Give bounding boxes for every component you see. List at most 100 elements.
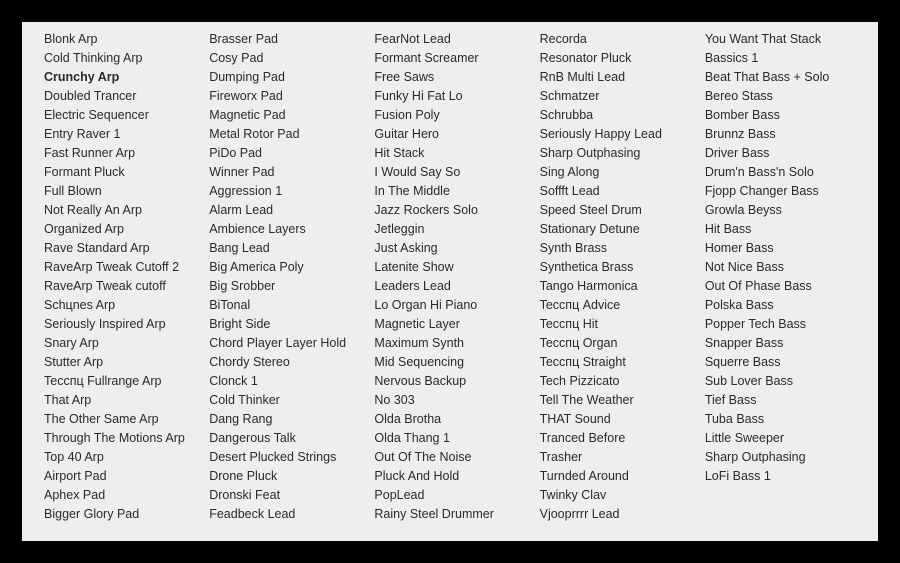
preset-item[interactable]: Formant Pluck xyxy=(44,163,209,182)
preset-item[interactable]: Crunchy Arp xyxy=(44,68,209,87)
preset-item[interactable]: Speed Steel Drum xyxy=(540,201,705,220)
preset-item[interactable]: Airport Pad xyxy=(44,467,209,486)
preset-item[interactable]: Tech Pizzicato xyxy=(540,372,705,391)
preset-item[interactable]: Bigger Glory Pad xyxy=(44,505,209,524)
preset-item[interactable]: Hit Bass xyxy=(705,220,870,239)
preset-item[interactable]: Hit Stack xyxy=(374,144,539,163)
preset-item[interactable]: No 303 xyxy=(374,391,539,410)
preset-item[interactable]: Turnded Around xyxy=(540,467,705,486)
preset-item[interactable]: Beat That Bass + Solo xyxy=(705,68,870,87)
preset-item[interactable]: Cold Thinking Arp xyxy=(44,49,209,68)
preset-item[interactable]: BiTonal xyxy=(209,296,374,315)
preset-item[interactable]: Latenite Show xyxy=(374,258,539,277)
preset-item[interactable]: PopLead xyxy=(374,486,539,505)
preset-item[interactable]: Snapper Bass xyxy=(705,334,870,353)
preset-item[interactable]: FearNot Lead xyxy=(374,30,539,49)
preset-item[interactable]: Winner Pad xyxy=(209,163,374,182)
preset-item[interactable]: Jetleggin xyxy=(374,220,539,239)
preset-item[interactable]: Tief Bass xyxy=(705,391,870,410)
preset-item[interactable]: Schrubba xyxy=(540,106,705,125)
preset-item[interactable]: Desert Plucked Strings xyxy=(209,448,374,467)
preset-item[interactable]: Organized Arp xyxy=(44,220,209,239)
preset-item[interactable]: Rave Standard Arp xyxy=(44,239,209,258)
preset-item[interactable]: Growla Beyss xyxy=(705,201,870,220)
preset-item[interactable]: Magnetic Pad xyxy=(209,106,374,125)
preset-item[interactable]: That Arp xyxy=(44,391,209,410)
preset-item[interactable]: Tuba Bass xyxy=(705,410,870,429)
preset-item[interactable]: Chord Player Layer Hold xyxy=(209,334,374,353)
preset-item[interactable]: Tranced Before xyxy=(540,429,705,448)
preset-item[interactable]: Tecспц Fullrange Arp xyxy=(44,372,209,391)
preset-item[interactable]: Tecспц Organ xyxy=(540,334,705,353)
preset-item[interactable]: Leaders Lead xyxy=(374,277,539,296)
preset-item[interactable]: Little Sweeper xyxy=(705,429,870,448)
preset-item[interactable]: Bassics 1 xyxy=(705,49,870,68)
preset-item[interactable]: Synthetica Brass xyxy=(540,258,705,277)
preset-item[interactable]: Funky Hi Fat Lo xyxy=(374,87,539,106)
preset-item[interactable]: LoFi Bass 1 xyxy=(705,467,870,486)
preset-item[interactable]: Fast Runner Arp xyxy=(44,144,209,163)
preset-item[interactable]: Brunnz Bass xyxy=(705,125,870,144)
preset-item[interactable]: Snary Arp xyxy=(44,334,209,353)
preset-item[interactable]: Sub Lover Bass xyxy=(705,372,870,391)
preset-item[interactable]: Jazz Rockers Solo xyxy=(374,201,539,220)
preset-item[interactable]: Soffft Lead xyxy=(540,182,705,201)
preset-item[interactable]: Resonator Pluck xyxy=(540,49,705,68)
preset-item[interactable]: PiDo Pad xyxy=(209,144,374,163)
preset-item[interactable]: Tecспц Hit xyxy=(540,315,705,334)
preset-item[interactable]: Metal Rotor Pad xyxy=(209,125,374,144)
preset-item[interactable]: Out Of Phase Bass xyxy=(705,277,870,296)
preset-item[interactable]: Through The Motions Arp xyxy=(44,429,209,448)
preset-item[interactable]: Homer Bass xyxy=(705,239,870,258)
preset-item[interactable]: Sharp Outphasing xyxy=(540,144,705,163)
preset-item[interactable]: Driver Bass xyxy=(705,144,870,163)
preset-item[interactable]: Twinky Clav xyxy=(540,486,705,505)
preset-item[interactable]: Tecспц Straight xyxy=(540,353,705,372)
preset-item[interactable]: Blonk Arp xyxy=(44,30,209,49)
preset-item[interactable]: In The Middle xyxy=(374,182,539,201)
preset-item[interactable]: RaveArp Tweak cutoff xyxy=(44,277,209,296)
preset-item[interactable]: Just Asking xyxy=(374,239,539,258)
preset-item[interactable]: Tecспц Advice xyxy=(540,296,705,315)
preset-item[interactable]: Top 40 Arp xyxy=(44,448,209,467)
preset-item[interactable]: Bright Side xyxy=(209,315,374,334)
preset-item[interactable]: Guitar Hero xyxy=(374,125,539,144)
preset-item[interactable]: Dronski Feat xyxy=(209,486,374,505)
preset-item[interactable]: Aggression 1 xyxy=(209,182,374,201)
preset-item[interactable]: Alarm Lead xyxy=(209,201,374,220)
preset-item[interactable]: Big Srobber xyxy=(209,277,374,296)
preset-item[interactable]: THAT Sound xyxy=(540,410,705,429)
preset-item[interactable]: Entry Raver 1 xyxy=(44,125,209,144)
preset-item[interactable]: Full Blown xyxy=(44,182,209,201)
preset-item[interactable]: Cold Thinker xyxy=(209,391,374,410)
preset-item[interactable]: Cosy Pad xyxy=(209,49,374,68)
preset-item[interactable]: I Would Say So xyxy=(374,163,539,182)
preset-item[interactable]: Bomber Bass xyxy=(705,106,870,125)
preset-item[interactable]: Big America Poly xyxy=(209,258,374,277)
preset-item[interactable]: Bereo Stass xyxy=(705,87,870,106)
preset-item[interactable]: Olda Thang 1 xyxy=(374,429,539,448)
preset-item[interactable]: Doubled Trancer xyxy=(44,87,209,106)
preset-item[interactable]: Dangerous Talk xyxy=(209,429,374,448)
preset-item[interactable]: Sing Along xyxy=(540,163,705,182)
preset-item[interactable]: Not Really An Arp xyxy=(44,201,209,220)
preset-item[interactable]: Drone Pluck xyxy=(209,467,374,486)
preset-item[interactable]: Synth Brass xyxy=(540,239,705,258)
preset-item[interactable]: Mid Sequencing xyxy=(374,353,539,372)
preset-item[interactable]: Seriously Inspired Arp xyxy=(44,315,209,334)
preset-item[interactable]: Nervous Backup xyxy=(374,372,539,391)
preset-item[interactable]: Olda Brotha xyxy=(374,410,539,429)
preset-item[interactable]: Bang Lead xyxy=(209,239,374,258)
preset-item[interactable]: Tell The Weather xyxy=(540,391,705,410)
preset-item[interactable]: Recorda xyxy=(540,30,705,49)
preset-item[interactable]: Brasser Pad xyxy=(209,30,374,49)
preset-item[interactable]: Trasher xyxy=(540,448,705,467)
preset-item[interactable]: Popper Tech Bass xyxy=(705,315,870,334)
preset-item[interactable]: Formant Screamer xyxy=(374,49,539,68)
preset-item[interactable]: Sharp Outphasing xyxy=(705,448,870,467)
preset-item[interactable]: Schmatzer xyxy=(540,87,705,106)
preset-item[interactable]: Maximum Synth xyxy=(374,334,539,353)
preset-item[interactable]: Aphex Pad xyxy=(44,486,209,505)
preset-item[interactable]: Feadbeck Lead xyxy=(209,505,374,524)
preset-item[interactable]: Vjooprrrr Lead xyxy=(540,505,705,524)
